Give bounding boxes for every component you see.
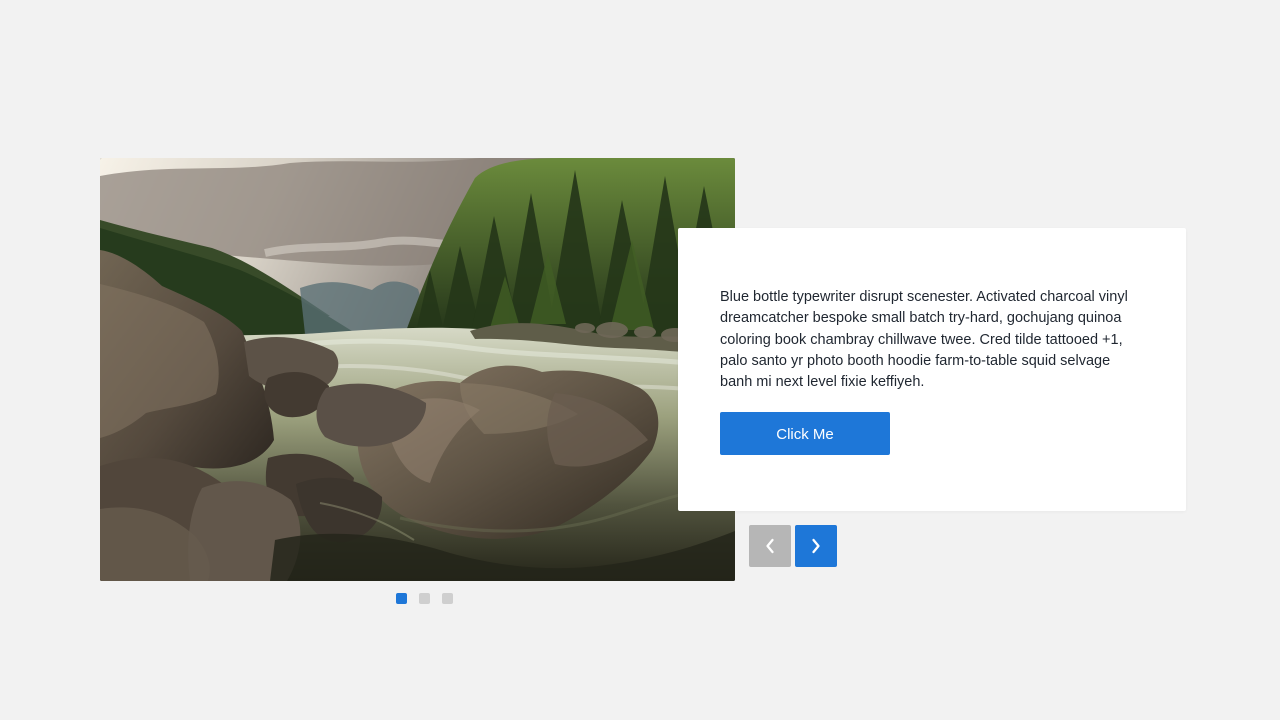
slide-description: Blue bottle typewriter disrupt scenester… bbox=[720, 289, 1128, 391]
next-slide-button[interactable] bbox=[795, 525, 837, 567]
slide-dot-1[interactable] bbox=[396, 593, 407, 604]
slide-pagination-dots bbox=[396, 593, 453, 604]
click-me-button[interactable]: Click Me bbox=[720, 412, 890, 456]
slide-text-card: Blue bottle typewriter disrupt scenester… bbox=[678, 228, 1186, 511]
river-landscape-illustration bbox=[100, 158, 735, 581]
previous-slide-button[interactable] bbox=[749, 525, 791, 567]
slide-dot-3[interactable] bbox=[442, 593, 453, 604]
chevron-right-icon bbox=[812, 538, 820, 554]
chevron-left-icon bbox=[766, 538, 774, 554]
slide-dot-2[interactable] bbox=[419, 593, 430, 604]
content-slider: Blue bottle typewriter disrupt scenester… bbox=[100, 158, 1186, 618]
slider-navigation bbox=[749, 525, 837, 567]
landscape-image bbox=[100, 158, 735, 581]
